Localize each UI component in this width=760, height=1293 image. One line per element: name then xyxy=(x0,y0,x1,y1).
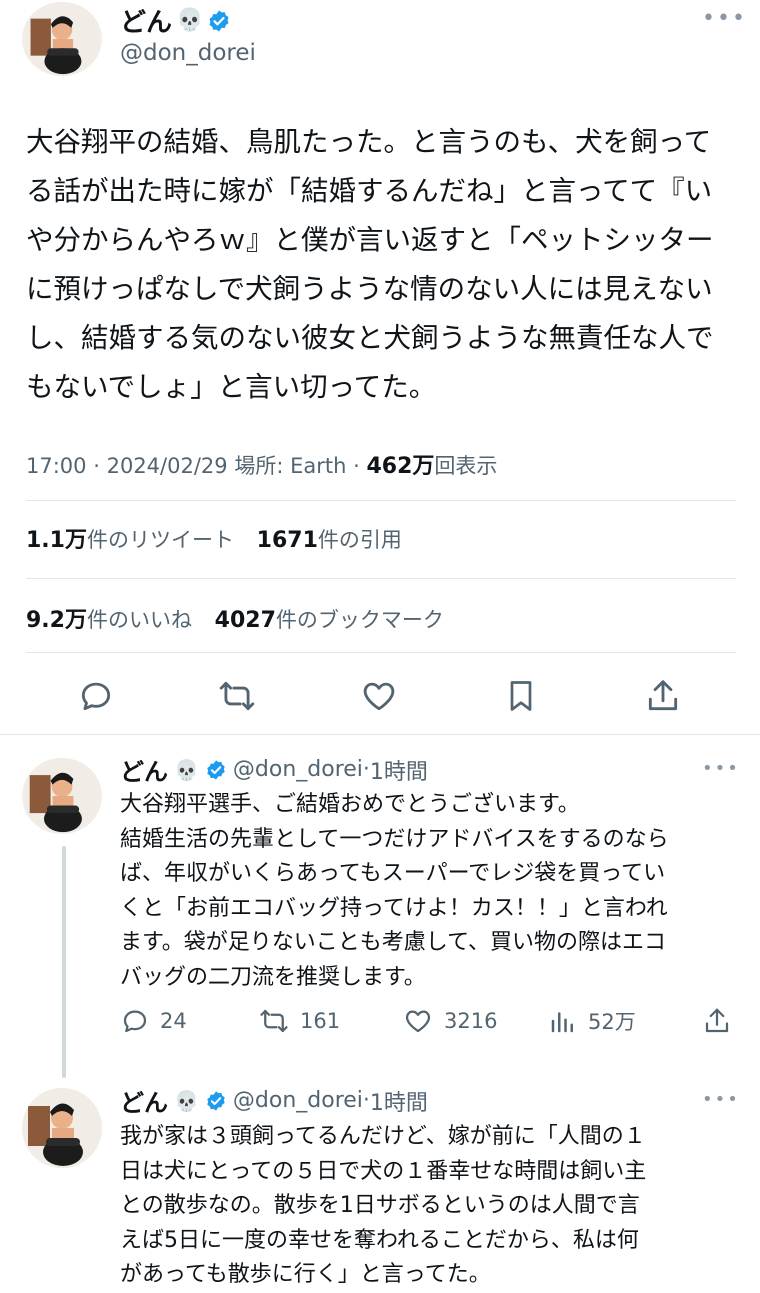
reply-author-line[interactable]: どん 💀 @don_dorei · 1時間 xyxy=(120,752,428,787)
main-handle[interactable]: @don_dorei xyxy=(120,40,256,66)
retweets-label: 件のリツイート xyxy=(86,528,234,552)
main-text-line: 大谷翔平の結婚、鳥肌たった。と言うのも、犬を飼って xyxy=(26,126,712,158)
bookmarks-label: 件のブックマーク xyxy=(275,608,444,632)
views-count: 52万 xyxy=(588,1010,636,1034)
reply-reply-button[interactable]: 24 xyxy=(120,1006,187,1036)
bookmark-icon xyxy=(510,681,532,711)
divider xyxy=(26,500,736,501)
reply-handle[interactable]: @don_dorei xyxy=(233,1088,363,1113)
likes-count: 9.2万 xyxy=(26,608,87,633)
reply-text-line: 日は犬にとっての５日で犬の１番幸せな時間は飼い主 xyxy=(120,1158,647,1184)
like-bookmark-stats: 9.2万件のいいね 4027件のブックマーク xyxy=(26,602,444,634)
bookmarks-count: 4027 xyxy=(214,608,276,633)
name-emoji: 💀 xyxy=(174,1088,199,1113)
main-text-line: や分からんやろｗ』と僕が言い返すと「ペットシッター xyxy=(26,224,714,256)
views-icon xyxy=(551,1012,573,1033)
reply-handle[interactable]: @don_dorei xyxy=(233,757,363,782)
like-icon xyxy=(363,682,395,711)
retweet-icon xyxy=(219,681,255,711)
display-name[interactable]: どん xyxy=(120,2,172,39)
like-count: 3216 xyxy=(444,1009,498,1033)
reply-count: 24 xyxy=(160,1009,187,1033)
like-icon xyxy=(405,1010,431,1033)
like-button[interactable] xyxy=(356,674,402,718)
name-emoji: 💀 xyxy=(176,8,204,33)
quotes-label: 件の引用 xyxy=(317,528,402,552)
tweet-date[interactable]: 2024/02/29 xyxy=(107,454,228,478)
reply-icon xyxy=(81,682,111,711)
reply-time[interactable]: 1時間 xyxy=(370,754,428,786)
bookmarks-stat[interactable]: 4027件のブックマーク xyxy=(214,608,444,633)
divider xyxy=(26,578,736,579)
more-icon[interactable]: ••• xyxy=(702,758,740,779)
retweets-stat[interactable]: 1.1万件のリツイート xyxy=(26,528,234,553)
reply-text: 大谷翔平選手、ご結婚おめでとうございます。 結婚生活の先輩として一つだけアドバイ… xyxy=(120,788,740,995)
bookmark-button[interactable] xyxy=(500,674,542,718)
reply-text-line: ば、年収がいくらあってもスーパーでレジ袋を買ってい xyxy=(120,861,666,886)
reply-author-line[interactable]: どん 💀 @don_dorei · 1時間 xyxy=(120,1083,428,1118)
thread-line xyxy=(62,846,66,1078)
verified-icon xyxy=(206,758,226,781)
name-emoji: 💀 xyxy=(174,757,199,782)
reply-avatar[interactable] xyxy=(22,1088,102,1168)
reply-text-line: があっても散歩に行く」と言ってた。 xyxy=(120,1262,491,1287)
display-name[interactable]: どん xyxy=(120,1083,168,1118)
share-button[interactable] xyxy=(642,674,684,718)
reply-text: 我が家は３頭飼ってるんだけど、嫁が前に「人間の１ 日は犬にとっての５日で犬の１番… xyxy=(120,1120,740,1293)
verified-icon xyxy=(208,8,231,33)
separator: · xyxy=(93,454,100,478)
quotes-count: 1671 xyxy=(256,528,318,553)
retweet-count: 161 xyxy=(300,1009,341,1033)
reply-text-line: 大谷翔平選手、ご結婚おめでとうございます。 xyxy=(120,792,580,817)
main-author-line[interactable]: どん 💀 xyxy=(120,2,231,39)
main-text-line: し、結婚する気のない彼女と犬飼うような無責任な人で xyxy=(26,322,714,354)
reply-text-line: くと「お前エコバッグ持ってけよ！カス！！」と言われ xyxy=(120,895,668,921)
retweet-icon xyxy=(260,1009,288,1033)
views-label: 回表示 xyxy=(434,454,498,478)
verified-icon xyxy=(206,1089,226,1112)
reply-text-line: との散歩なの。散歩を1日サボるというのは人間で言 xyxy=(120,1193,640,1218)
separator: · xyxy=(362,757,370,782)
more-icon[interactable]: ••• xyxy=(702,1089,740,1110)
quotes-stat[interactable]: 1671件の引用 xyxy=(256,528,402,553)
reply-like-button[interactable]: 3216 xyxy=(402,1006,497,1036)
share-icon xyxy=(705,1008,729,1033)
reply-text-line: バッグの二刀流を推奨します。 xyxy=(120,964,426,990)
reply-text-line: 我が家は３頭飼ってるんだけど、嫁が前に「人間の１ xyxy=(120,1124,646,1149)
main-text-line: に預けっぱなしで犬飼うような情のない人には見えない xyxy=(26,273,713,305)
views-count: 462万 xyxy=(366,454,435,479)
display-name[interactable]: どん xyxy=(120,752,168,787)
tweet-location[interactable]: 場所: Earth xyxy=(234,454,346,478)
separator: · xyxy=(362,1088,370,1113)
reply-time[interactable]: 1時間 xyxy=(370,1085,428,1117)
avatar-image xyxy=(22,1088,102,1168)
reply-share-button[interactable] xyxy=(702,1006,732,1036)
divider xyxy=(26,652,736,653)
likes-label: 件のいいね xyxy=(86,608,192,632)
avatar-image xyxy=(24,758,100,834)
main-text-line: もないでしょ」と言い切ってた。 xyxy=(26,371,437,403)
avatar-image xyxy=(25,2,99,76)
reply-text-line: ます。袋が足りないことも考慮して、買い物の際はエコ xyxy=(120,930,667,955)
main-avatar[interactable] xyxy=(22,2,102,76)
main-text-line: る話が出た時に嫁が「結婚するんだね」と言ってて『い xyxy=(26,175,713,207)
more-icon[interactable]: ••• xyxy=(702,6,747,31)
reply-icon xyxy=(123,1010,147,1033)
reply-text-line: 結婚生活の先輩として一つだけアドバイスをするのなら xyxy=(120,826,669,852)
reply-views-button[interactable]: 52万 xyxy=(548,1006,636,1036)
retweet-button[interactable] xyxy=(214,674,260,718)
retweets-count: 1.1万 xyxy=(26,528,87,553)
tweet-time[interactable]: 17:00 xyxy=(26,454,87,478)
share-icon xyxy=(648,680,678,711)
reply-retweet-button[interactable]: 161 xyxy=(258,1006,340,1036)
reply-text-line: えば5日に一度の幸せを奪われることだから、私は何 xyxy=(120,1227,639,1253)
tweet-meta: 17:00 · 2024/02/29 場所: Earth · 462万回表示 xyxy=(26,448,497,480)
separator: · xyxy=(353,454,360,478)
reply-button[interactable] xyxy=(74,674,118,718)
divider xyxy=(0,734,760,735)
main-tweet-text: 大谷翔平の結婚、鳥肌たった。と言うのも、犬を飼って る話が出た時に嫁が「結婚する… xyxy=(26,118,740,412)
retweet-quote-stats: 1.1万件のリツイート 1671件の引用 xyxy=(26,522,402,554)
likes-stat[interactable]: 9.2万件のいいね xyxy=(26,608,192,633)
reply-avatar[interactable] xyxy=(22,758,102,834)
